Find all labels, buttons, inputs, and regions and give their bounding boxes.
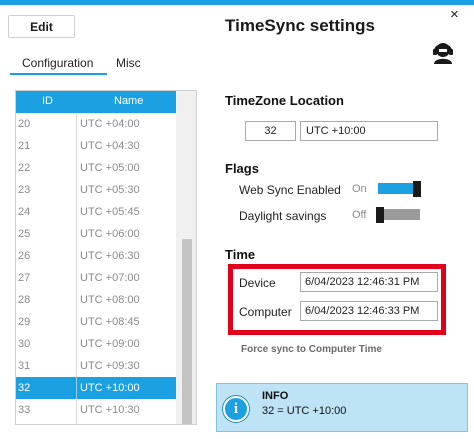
row-id: 21 — [18, 140, 31, 152]
toggle-knob[interactable] — [413, 181, 421, 197]
row-id: 33 — [18, 404, 31, 416]
row-name: UTC +05:00 — [80, 162, 140, 174]
toggle-knob[interactable] — [376, 207, 384, 223]
web-sync-state: On — [352, 183, 367, 195]
row-name: UTC +05:30 — [80, 184, 140, 196]
column-divider — [76, 355, 77, 377]
row-name: UTC +06:30 — [80, 250, 140, 262]
column-divider — [76, 377, 77, 399]
table-row[interactable]: 24 UTC +05:45 — [16, 201, 176, 223]
row-id: 32 — [18, 382, 31, 394]
web-sync-label: Web Sync Enabled — [239, 183, 341, 197]
column-divider — [76, 245, 77, 267]
column-header-name[interactable]: Name — [114, 95, 143, 107]
table-row[interactable]: 28 UTC +08:00 — [16, 289, 176, 311]
force-sync-button[interactable]: Force sync to Computer Time — [241, 344, 382, 355]
column-divider — [76, 157, 77, 179]
row-id: 28 — [18, 294, 31, 306]
column-divider — [76, 135, 77, 157]
tab-configuration[interactable]: Configuration — [22, 56, 93, 70]
active-tab-indicator — [10, 73, 107, 75]
edit-button[interactable]: Edit — [8, 15, 75, 38]
timezone-name-field[interactable]: UTC +10:00 — [300, 121, 438, 141]
table-row[interactable]: 21 UTC +04:30 — [16, 135, 176, 157]
column-divider — [76, 179, 77, 201]
daylight-savings-toggle[interactable] — [376, 207, 421, 223]
daylight-savings-label: Daylight savings — [239, 209, 327, 223]
table-row[interactable]: 31 UTC +09:30 — [16, 355, 176, 377]
row-name: UTC +10:30 — [80, 404, 140, 416]
row-id: 25 — [18, 228, 31, 240]
column-divider — [76, 289, 77, 311]
column-divider — [76, 311, 77, 333]
row-name: UTC +07:00 — [80, 272, 140, 284]
row-id: 30 — [18, 338, 31, 350]
row-name: UTC +04:30 — [80, 140, 140, 152]
table-row[interactable]: 20 UTC +04:00 — [16, 113, 176, 135]
column-divider — [76, 421, 77, 424]
headset-user-icon[interactable] — [428, 40, 458, 66]
table-row[interactable]: 33 UTC +10:30 — [16, 399, 176, 421]
info-title: INFO — [262, 390, 289, 402]
column-divider — [76, 113, 77, 135]
row-id: 24 — [18, 206, 31, 218]
row-id: 22 — [18, 162, 31, 174]
time-heading: Time — [225, 247, 256, 262]
toggle-track — [378, 183, 413, 194]
window-title: TimeSync settings — [225, 16, 375, 35]
row-name: UTC +06:00 — [80, 228, 140, 240]
column-header-id[interactable]: ID — [42, 95, 53, 107]
row-id: 26 — [18, 250, 31, 262]
row-name: UTC +09:00 — [80, 338, 140, 350]
row-name: UTC +09:30 — [80, 360, 140, 372]
column-divider — [76, 333, 77, 355]
column-divider — [76, 223, 77, 245]
table-row[interactable]: 34UTC +11:00 — [16, 421, 176, 424]
timezone-location-heading: TimeZone Location — [225, 93, 344, 108]
row-id: 23 — [18, 184, 31, 196]
table-row[interactable]: 23 UTC +05:30 — [16, 179, 176, 201]
daylight-savings-state: Off — [352, 209, 367, 221]
timezone-list[interactable]: ID Name 20 UTC +04:00 21 UTC +04:30 22 UTC +0… — [15, 90, 197, 425]
table-row[interactable]: 30 UTC +09:00 — [16, 333, 176, 355]
row-name: UTC +08:45 — [80, 316, 140, 328]
row-name: UTC +04:00 — [80, 118, 140, 130]
table-row[interactable]: 26 UTC +06:30 — [16, 245, 176, 267]
list-header: ID Name — [16, 91, 176, 113]
row-id: 29 — [18, 316, 31, 328]
table-row[interactable]: 29 UTC +08:45 — [16, 311, 176, 333]
close-icon[interactable]: × — [450, 6, 459, 23]
toggle-track — [384, 209, 420, 220]
table-row[interactable]: 22 UTC +05:00 — [16, 157, 176, 179]
table-row[interactable]: 27 UTC +07:00 — [16, 267, 176, 289]
row-id: 31 — [18, 360, 31, 372]
column-divider — [76, 201, 77, 223]
flags-heading: Flags — [225, 161, 259, 176]
tab-misc[interactable]: Misc — [116, 56, 141, 70]
title-bar-accent — [0, 0, 474, 5]
row-name: UTC +08:00 — [80, 294, 140, 306]
column-divider — [76, 267, 77, 289]
info-text: 32 = UTC +10:00 — [262, 405, 347, 417]
row-id: 27 — [18, 272, 31, 284]
row-name: UTC +05:45 — [80, 206, 140, 218]
row-name: UTC +10:00 — [80, 382, 140, 394]
web-sync-toggle[interactable] — [376, 181, 421, 197]
scrollbar-thumb[interactable] — [182, 239, 192, 424]
list-rows: 20 UTC +04:00 21 UTC +04:30 22 UTC +05:00 23 UT… — [16, 113, 176, 424]
info-icon: i — [223, 396, 249, 422]
highlight-frame — [228, 264, 446, 335]
timezone-id-field[interactable]: 32 — [245, 121, 296, 141]
column-divider — [76, 399, 77, 421]
table-row[interactable]: 32 UTC +10:00 — [16, 377, 176, 399]
table-row[interactable]: 25 UTC +06:00 — [16, 223, 176, 245]
row-id: 20 — [18, 118, 31, 130]
